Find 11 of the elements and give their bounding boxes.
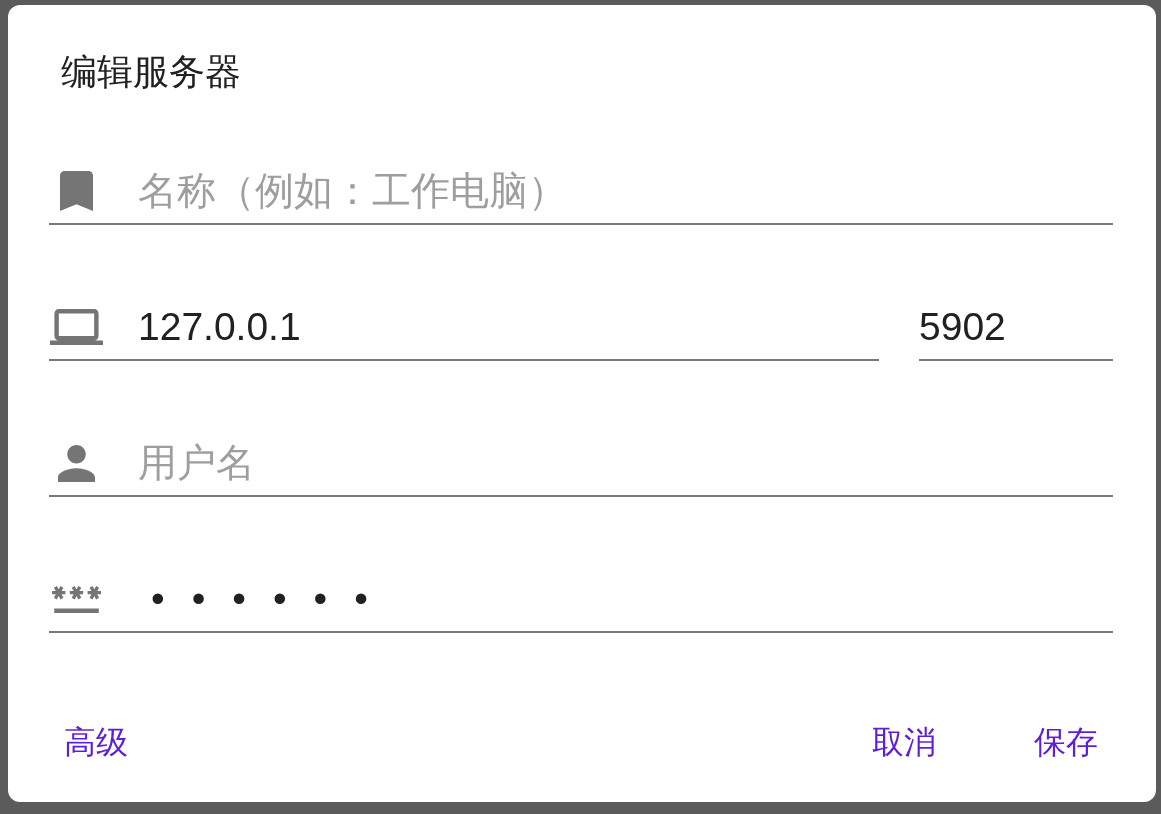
laptop-icon: [50, 309, 103, 345]
port-field[interactable]: 5902: [919, 295, 1113, 361]
person-icon: [58, 444, 95, 482]
cancel-button[interactable]: 取消: [857, 711, 951, 775]
asterisks-icon: [52, 585, 101, 613]
password-field[interactable]: ••••••: [49, 567, 1113, 633]
save-button[interactable]: 保存: [1019, 711, 1113, 775]
dialog-title: 编辑服务器: [61, 50, 241, 93]
host-field[interactable]: 127.0.0.1: [49, 295, 879, 361]
advanced-button[interactable]: 高级: [49, 711, 143, 775]
bookmark-icon: [60, 171, 93, 211]
